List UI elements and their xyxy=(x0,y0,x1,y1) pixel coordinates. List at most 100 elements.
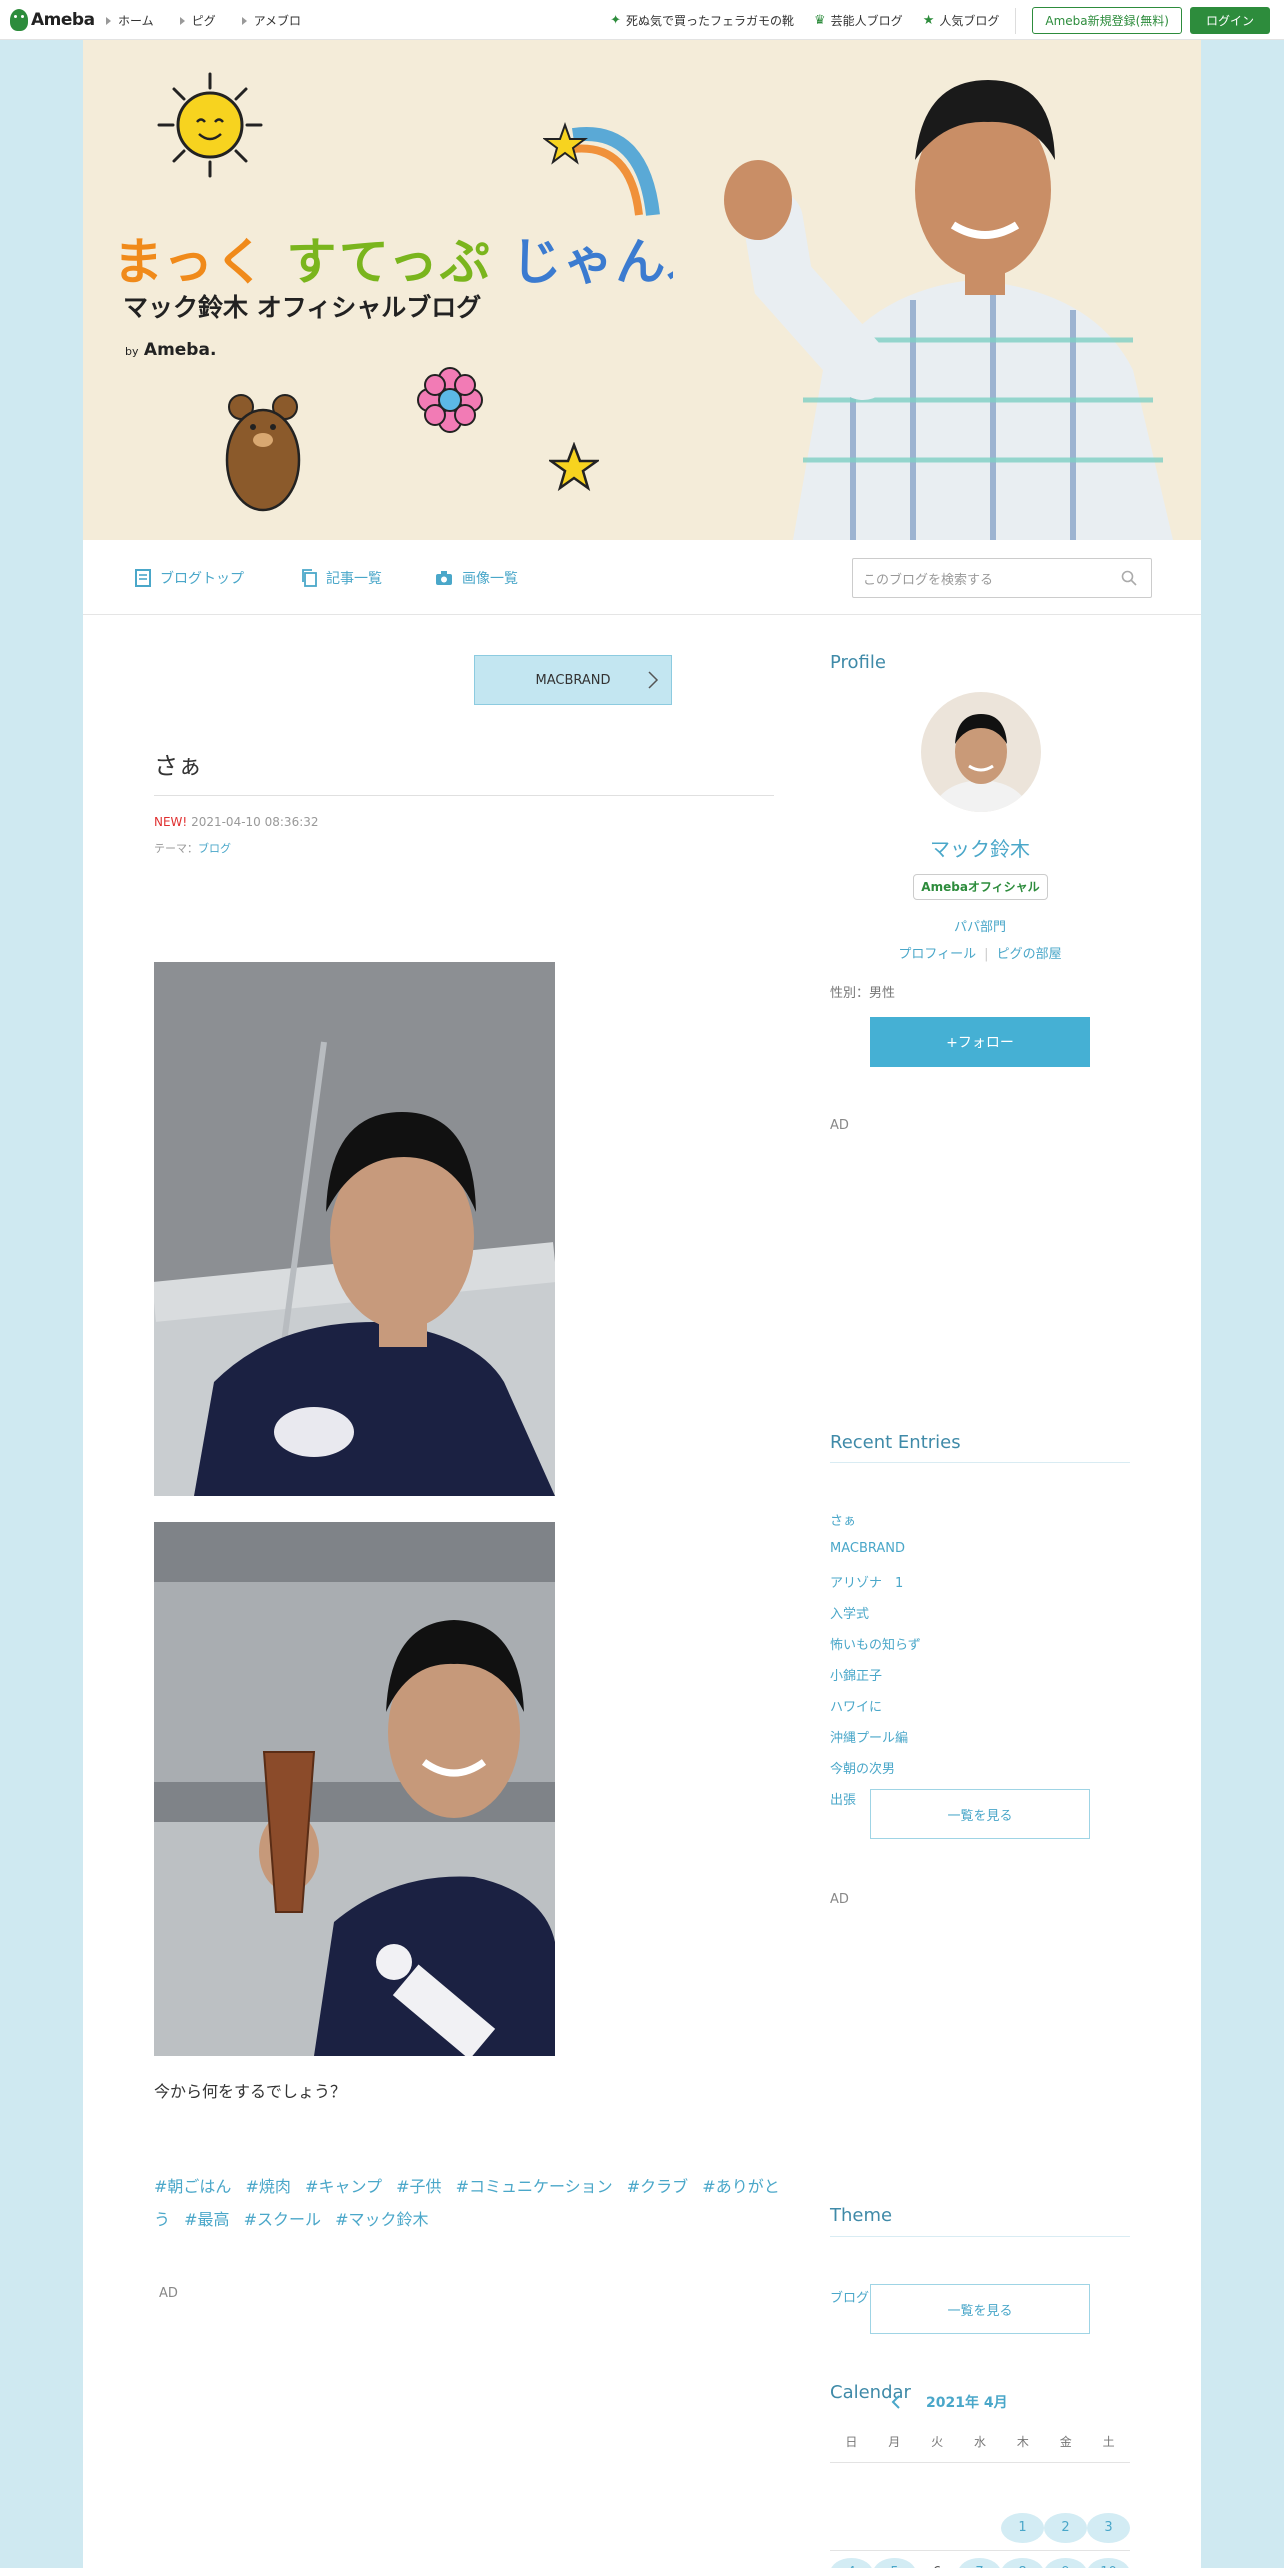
hashtag-link[interactable]: #キャンプ xyxy=(305,2177,382,2196)
featured-link-label: 死ぬ気で買ったフェラガモの靴 xyxy=(626,14,795,28)
ameba-logo[interactable]: Ameba xyxy=(10,8,95,32)
calendar-cell: 9 xyxy=(1044,2558,1087,2568)
copy-icon xyxy=(302,569,317,587)
calendar-empty-cell xyxy=(873,2513,916,2543)
divider: | xyxy=(984,947,989,962)
new-badge: NEW! xyxy=(154,815,188,829)
calendar-week-1: 1 2 3 xyxy=(830,2513,1130,2543)
blog-navigation: ブログトップ 記事一覧 画像一覧 このブログを検索する xyxy=(83,540,1201,615)
register-button[interactable]: Ameba新規登録(無料) xyxy=(1032,7,1182,34)
nav-home-link[interactable]: ホーム xyxy=(106,12,154,29)
nav-ameblo-link[interactable]: アメブロ xyxy=(241,12,301,29)
star-illustration xyxy=(549,442,599,492)
recent-entry-link[interactable]: 怖いもの知らず xyxy=(830,1634,1130,1665)
recent-entry-link[interactable]: 小錦正子 xyxy=(830,1665,1130,1696)
triangle-right-icon xyxy=(106,16,111,25)
blog-top-link[interactable]: ブログトップ xyxy=(135,568,244,588)
profile-name[interactable]: マック鈴木 xyxy=(830,833,1130,862)
nav-pig-link[interactable]: ピグ xyxy=(179,12,216,29)
profile-link[interactable]: プロフィール xyxy=(898,947,976,962)
recent-entry-link[interactable]: MACBRAND xyxy=(830,1541,1130,1572)
calendar-day-link[interactable]: 1 xyxy=(1001,2513,1044,2543)
calendar-day-link[interactable]: 5 xyxy=(873,2558,916,2568)
hashtag-link[interactable]: #焼肉 xyxy=(246,2177,291,2196)
ad-label: AD xyxy=(159,2286,178,2301)
divider xyxy=(830,2550,1130,2551)
calendar-cell: 6 xyxy=(916,2558,958,2568)
blog-top-label: ブログトップ xyxy=(160,571,244,587)
recent-entry-link[interactable]: アリゾナ 1 xyxy=(830,1572,1130,1603)
post-photo-2[interactable] xyxy=(154,1522,555,2056)
calendar-day-link[interactable]: 10 xyxy=(1087,2558,1130,2568)
hashtag-link[interactable]: #朝ごはん xyxy=(154,2177,231,2196)
calendar-day-link[interactable]: 2 xyxy=(1044,2513,1087,2543)
divider xyxy=(154,795,774,796)
by-brand: Ameba. xyxy=(143,340,217,360)
weekday-label: 月 xyxy=(888,2435,901,2449)
divider xyxy=(830,2236,1130,2237)
recent-entries-list: さぁ MACBRAND アリゾナ 1 入学式 怖いもの知らず 小錦正子 ハワイに… xyxy=(830,1510,1130,1820)
theme-link[interactable]: ブログ xyxy=(198,842,231,855)
recent-entry-link[interactable]: 沖縄プール編 xyxy=(830,1727,1130,1758)
celebrity-blog-link[interactable]: ♛ 芸能人ブログ xyxy=(814,12,903,29)
ad-label: AD xyxy=(830,1118,849,1133)
title-part-2: すてっぷ xyxy=(286,233,492,291)
see-all-themes-button[interactable]: 一覧を見る xyxy=(870,2284,1090,2334)
recent-entry-link[interactable]: 今朝の次男 xyxy=(830,1758,1130,1789)
star-icon: ★ xyxy=(922,13,935,28)
divider xyxy=(1015,7,1017,34)
calendar-day-link[interactable]: 7 xyxy=(958,2558,1001,2568)
sun-illustration xyxy=(157,72,263,178)
triangle-right-icon xyxy=(179,16,185,25)
calendar-day-link[interactable]: 8 xyxy=(1001,2558,1044,2568)
crown-icon: ♛ xyxy=(814,13,826,28)
images-list-link[interactable]: 画像一覧 xyxy=(435,568,518,588)
login-button[interactable]: ログイン xyxy=(1189,7,1270,34)
popular-blog-link[interactable]: ★ 人気ブログ xyxy=(923,12,1000,29)
gender-text: 性別：男性 xyxy=(830,986,896,1001)
theme-prefix: テーマ： xyxy=(154,842,198,855)
hashtag-link[interactable]: #最高 xyxy=(184,2210,229,2229)
category-link[interactable]: パパ部門 xyxy=(830,916,1130,935)
blog-search-input[interactable]: このブログを検索する xyxy=(852,558,1152,598)
chevron-left-icon[interactable] xyxy=(890,2395,902,2409)
calendar-month: 2021年 4月 xyxy=(926,2395,1008,2411)
celebrity-blog-label: 芸能人ブログ xyxy=(830,14,903,28)
hashtag-link[interactable]: #クラブ xyxy=(627,2177,688,2196)
hashtag-link[interactable]: #スクール xyxy=(244,2210,321,2229)
avatar[interactable] xyxy=(921,692,1041,812)
camera-icon xyxy=(436,571,452,585)
search-icon[interactable] xyxy=(1121,570,1137,586)
calendar-day-link[interactable]: 9 xyxy=(1044,2558,1087,2568)
hashtag-link[interactable]: #子供 xyxy=(396,2177,441,2196)
recent-entry-link[interactable]: ハワイに xyxy=(830,1696,1130,1727)
blog-header-banner[interactable]: まっく すてっぷ じゃんぷ マック鈴木 オフィシャルブログ by Ameba. xyxy=(83,40,1201,540)
divider xyxy=(830,1462,1130,1463)
pig-room-link[interactable]: ピグの部屋 xyxy=(997,947,1062,962)
see-all-entries-button[interactable]: 一覧を見る xyxy=(870,1789,1090,1839)
calendar-day-link[interactable]: 3 xyxy=(1087,2513,1130,2543)
calendar-cell: 4 xyxy=(830,2558,873,2568)
follow-button[interactable]: +フォロー xyxy=(870,1017,1090,1067)
calendar-empty-cell xyxy=(830,2513,873,2543)
recent-entries-heading: Recent Entries xyxy=(830,1432,961,1453)
post-photo-1[interactable] xyxy=(154,962,555,1496)
global-header: Ameba ホーム ピグ アメブロ ✦ 死ぬ気で買ったフェラガモの靴 ♛ 芸能人ブロ… xyxy=(0,0,1284,40)
ameba-logo-icon xyxy=(10,9,28,31)
post-meta: NEW! 2021-04-10 08:36:32 xyxy=(154,815,319,829)
calendar-cell: 1 xyxy=(1001,2513,1044,2543)
blog-title-logo: まっく すてっぷ じゃんぷ xyxy=(113,222,719,294)
recent-entry-link[interactable]: 入学式 xyxy=(830,1603,1130,1634)
calendar-empty-cell xyxy=(958,2513,1001,2543)
calendar-weekdays: 日 月 火 水 木 金 土 xyxy=(830,2433,1130,2450)
theme-heading: Theme xyxy=(830,2205,893,2226)
profile-heading: Profile xyxy=(830,652,886,673)
featured-link[interactable]: ✦ 死ぬ気で買ったフェラガモの靴 xyxy=(610,12,794,29)
hashtag-link[interactable]: #コミュニケーション xyxy=(456,2177,613,2196)
weekday-label: 土 xyxy=(1102,2435,1115,2449)
recent-entry-link[interactable]: さぁ xyxy=(830,1510,1130,1541)
calendar-day-link[interactable]: 4 xyxy=(830,2558,873,2568)
hashtag-link[interactable]: #マック鈴木 xyxy=(335,2210,428,2229)
next-entry-button[interactable]: MACBRAND xyxy=(474,655,672,705)
entries-list-link[interactable]: 記事一覧 xyxy=(301,568,382,588)
